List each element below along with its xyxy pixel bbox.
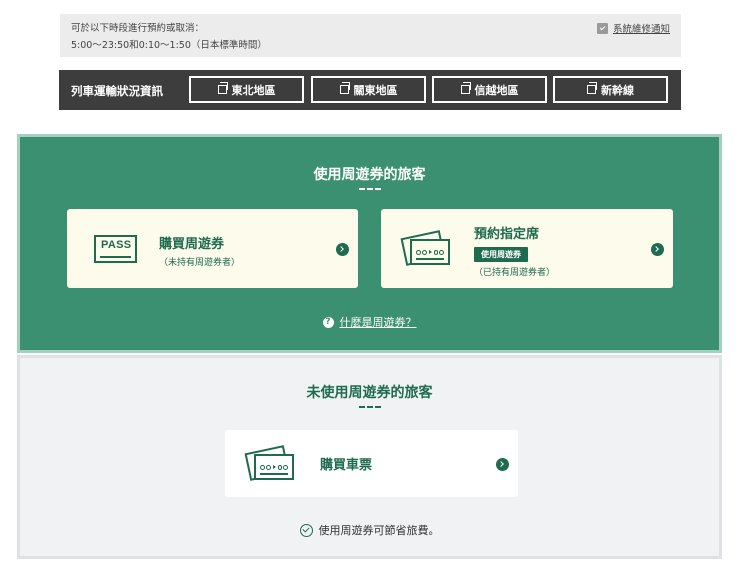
- region-button-label: 東北地區: [231, 83, 276, 97]
- title-divider: [358, 406, 381, 409]
- non-pass-users-title: 未使用周遊券的旅客: [306, 385, 433, 401]
- savings-note-text: 使用周遊券可節省旅費。: [318, 524, 440, 537]
- question-icon: ?: [322, 316, 334, 328]
- title-divider: [358, 188, 381, 191]
- buy-ticket-title: 購買車票: [320, 458, 373, 473]
- checkbox-icon: [596, 22, 608, 34]
- region-button-tohoku[interactable]: 東北地區: [189, 76, 304, 103]
- reservation-hours-notice: 可於以下時段進行預約或取消： 5:00～23:50和0:10～1:50（日本標準…: [60, 14, 681, 57]
- chevron-right-icon: [336, 242, 349, 256]
- ticket-icon: [244, 445, 295, 481]
- external-window-icon: [217, 82, 228, 94]
- region-button-label: 關東地區: [353, 83, 398, 97]
- region-button-label: 信越地區: [474, 83, 519, 97]
- external-window-icon: [587, 82, 597, 94]
- notice-line-1: 可於以下時段進行預約或取消：: [71, 23, 205, 34]
- ticket-icon: [400, 230, 451, 266]
- buy-ticket-card[interactable]: 購買車票: [225, 430, 518, 497]
- notice-line-2: 5:00～23:50和0:10～1:50（日本標準時間）: [71, 40, 267, 51]
- maintenance-notice-label[interactable]: 系統維修通知: [613, 21, 670, 35]
- train-status-title: 列車運輸狀況資訊: [71, 84, 163, 98]
- buy-pass-card[interactable]: PASS 購買周遊券 （未持有周遊券者）: [67, 209, 358, 288]
- chevron-right-icon: [496, 457, 509, 471]
- pass-users-section: 使用周遊券的旅客 PASS 購買周遊券 （未持有周遊券者） 預約指定席 使用周遊…: [17, 134, 722, 353]
- chevron-right-icon: [651, 242, 664, 256]
- buy-pass-title: 購買周遊券: [159, 237, 225, 252]
- what-is-pass-label[interactable]: 什麼是周遊券？: [340, 314, 417, 330]
- region-button-label: 新幹線: [601, 83, 634, 97]
- check-circle-icon: [299, 523, 313, 537]
- reserve-seat-title: 預約指定席: [474, 227, 540, 242]
- buy-pass-subtitle: （未持有周遊券者）: [159, 258, 241, 268]
- region-button-shinkansen[interactable]: 新幹線: [553, 76, 668, 103]
- pass-icon: PASS: [94, 235, 137, 263]
- maintenance-notice-link[interactable]: 系統維修通知: [596, 21, 670, 35]
- region-button-shinetsu[interactable]: 信越地區: [432, 76, 547, 103]
- what-is-pass-link[interactable]: ? 什麼是周遊券？: [20, 314, 719, 330]
- pass-icon-text: PASS: [101, 239, 132, 251]
- train-status-bar: 列車運輸狀況資訊 東北地區 關東地區 信越地區 新幹線: [59, 70, 681, 110]
- uses-pass-badge: 使用周遊券: [474, 247, 528, 262]
- external-window-icon: [460, 82, 471, 94]
- region-button-kanto[interactable]: 關東地區: [311, 76, 426, 103]
- non-pass-users-section: 未使用周遊券的旅客 購買車票 使用周遊券可節省旅費。: [17, 355, 722, 559]
- reserve-seat-subtitle: （已持有周遊券者）: [474, 268, 556, 278]
- reserve-seat-card[interactable]: 預約指定席 使用周遊券 （已持有周遊券者）: [381, 209, 673, 288]
- pass-users-title: 使用周遊券的旅客: [313, 167, 426, 183]
- external-window-icon: [339, 82, 350, 94]
- savings-note: 使用周遊券可節省旅費。: [20, 522, 719, 538]
